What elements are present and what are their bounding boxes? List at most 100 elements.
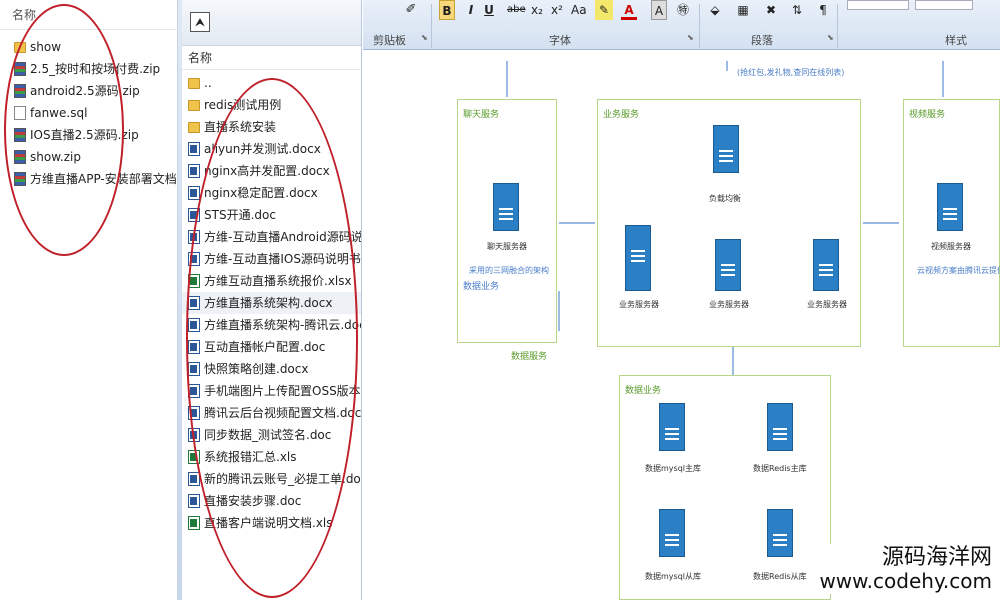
file-name: 2.5_按时和按场付费.zip	[30, 62, 161, 76]
style-nospacing-tile[interactable]	[915, 0, 973, 10]
italic-button[interactable]: I	[463, 0, 479, 20]
file-row[interactable]: 直播安装步骤.doc	[182, 490, 361, 512]
subscript-button[interactable]: x₂	[529, 0, 545, 20]
explorer-left-pane: 名称 show 2.5_按时和按场付费.zip android2.5源码.zip…	[0, 0, 178, 600]
file-name: aliyun并发测试.docx	[204, 142, 321, 156]
asian-layout-icon[interactable]: ✖	[763, 0, 779, 20]
file-name: 方维直播APP-安装部署文档（非	[30, 172, 177, 186]
name-column-header[interactable]: 名称	[182, 46, 361, 70]
file-name: 系统报错汇总.xls	[204, 450, 297, 464]
file-row[interactable]: 方维-互动直播Android源码说明书-	[182, 226, 361, 248]
file-row[interactable]: 快照策略创建.docx	[182, 358, 361, 380]
server-label: 数据Redis从库	[753, 572, 807, 581]
file-row[interactable]: IOS直播2.5源码.zip	[0, 124, 177, 146]
file-row[interactable]: 腾讯云后台视频配置文档.docx	[182, 402, 361, 424]
char-shading-icon[interactable]: A	[651, 0, 667, 20]
dialog-launcher-icon[interactable]: ⬊	[687, 33, 694, 42]
highlight-icon[interactable]: ✎	[595, 0, 613, 20]
explorer-middle-pane: ⮝ 名称 .. redis测试用例 直播系统安装 aliyun并发测试.docx…	[182, 0, 362, 600]
dialog-launcher-icon[interactable]: ⬊	[827, 33, 834, 42]
word-doc-icon	[188, 186, 200, 200]
sort-icon[interactable]: ⇅	[789, 0, 805, 20]
chat-service-title: 聊天服务	[463, 110, 500, 120]
word-doc-icon	[188, 164, 200, 178]
file-row[interactable]: 方维互动直播系统报价.xlsx	[182, 270, 361, 292]
file-name: 同步数据_测试签名.doc	[204, 428, 332, 442]
file-row[interactable]: nginx高并发配置.docx	[182, 160, 361, 182]
show-marks-icon[interactable]: ¶	[815, 0, 831, 20]
file-row[interactable]: 互动直播帐户配置.doc	[182, 336, 361, 358]
dialog-launcher-icon[interactable]: ⬊	[421, 33, 428, 42]
file-row[interactable]: 手机端图片上传配置OSS版本.doc	[182, 380, 361, 402]
file-name: redis测试用例	[204, 98, 282, 112]
file-row[interactable]: nginx稳定配置.docx	[182, 182, 361, 204]
bold-button[interactable]: B	[439, 0, 455, 20]
file-row[interactable]: STS开通.doc	[182, 204, 361, 226]
name-column-header[interactable]: 名称	[0, 0, 177, 30]
top-note: (抢红包,发礼物,查同在线列表)	[737, 68, 845, 77]
file-name: 方维-互动直播IOS源码说明书-2016	[204, 252, 361, 266]
file-row[interactable]: aliyun并发测试.docx	[182, 138, 361, 160]
word-doc-icon	[188, 406, 200, 420]
borders-icon[interactable]: ▦	[735, 0, 751, 20]
server-icon	[813, 239, 839, 291]
file-row[interactable]: 方维直播系统架构-腾讯云.docx	[182, 314, 361, 336]
file-row[interactable]: 方维-互动直播IOS源码说明书-2016	[182, 248, 361, 270]
shading-icon[interactable]: ⬙	[707, 0, 723, 20]
file-row[interactable]: show.zip	[0, 146, 177, 168]
server-label: 聊天服务器	[487, 242, 527, 251]
font-group-label: 字体	[549, 34, 571, 47]
change-case-button[interactable]: Aa	[569, 0, 589, 20]
up-arrow-icon: ⮝	[194, 14, 206, 29]
file-row[interactable]: 方维直播APP-安装部署文档（非	[0, 168, 177, 190]
file-name: 直播客户端说明文档.xls	[204, 516, 333, 530]
video-service-title: 视频服务	[909, 110, 946, 120]
watermark-title: 源码海洋网	[881, 545, 992, 570]
folder-icon	[14, 41, 26, 53]
file-row[interactable]: 新的腾讯云账号_必提工单.docx	[182, 468, 361, 490]
load-balancer-label: 负载均衡	[709, 194, 741, 203]
file-row[interactable]: ..	[182, 72, 361, 94]
file-name: IOS直播2.5源码.zip	[30, 128, 139, 142]
word-doc-icon	[188, 252, 200, 266]
file-row[interactable]: 2.5_按时和按场付费.zip	[0, 58, 177, 80]
file-row[interactable]: fanwe.sql	[0, 102, 177, 124]
superscript-button[interactable]: x²	[549, 0, 565, 20]
file-name: fanwe.sql	[30, 106, 88, 120]
enclose-char-icon[interactable]: ㊕	[675, 0, 691, 20]
database-server-icon	[659, 403, 685, 451]
file-name: ..	[204, 76, 212, 90]
site-watermark: 源码海洋网 www.codehy.com	[815, 544, 996, 594]
clear-format-icon[interactable]: ✐	[403, 0, 419, 20]
word-doc-icon	[188, 494, 200, 508]
file-row[interactable]: redis测试用例	[182, 94, 361, 116]
database-server-icon	[767, 509, 793, 557]
up-folder-button[interactable]: ⮝	[190, 12, 210, 32]
server-label: 业务服务器	[709, 300, 749, 309]
chat-note: 采用的三网融合的架构	[469, 266, 549, 275]
file-name: android2.5源码.zip	[30, 84, 140, 98]
underline-button[interactable]: U	[481, 0, 497, 20]
paragraph-group-label: 段落	[751, 34, 773, 47]
word-doc-icon	[188, 230, 200, 244]
server-label: 数据Redis主库	[753, 464, 807, 473]
word-doc-icon	[188, 384, 200, 398]
data-business-box	[619, 375, 831, 600]
server-label: 业务服务器	[619, 300, 659, 309]
word-doc-icon	[188, 340, 200, 354]
file-row-selected[interactable]: 方维直播系统架构.docx	[182, 292, 361, 314]
file-row[interactable]: 系统报错汇总.xls	[182, 446, 361, 468]
file-row[interactable]: show	[0, 36, 177, 58]
font-color-button[interactable]: A	[621, 0, 637, 20]
file-row[interactable]: android2.5源码.zip	[0, 80, 177, 102]
file-row[interactable]: 直播系统安装	[182, 116, 361, 138]
file-name: 直播安装步骤.doc	[204, 494, 302, 508]
file-name: nginx稳定配置.docx	[204, 186, 318, 200]
file-name: nginx高并发配置.docx	[204, 164, 330, 178]
file-row[interactable]: 直播客户端说明文档.xls	[182, 512, 361, 534]
chat-sub-label: 数据业务	[463, 282, 500, 292]
style-normal-tile[interactable]	[847, 0, 909, 10]
strikethrough-button[interactable]: abe	[505, 0, 528, 20]
file-row[interactable]: 同步数据_测试签名.doc	[182, 424, 361, 446]
database-server-icon	[659, 509, 685, 557]
